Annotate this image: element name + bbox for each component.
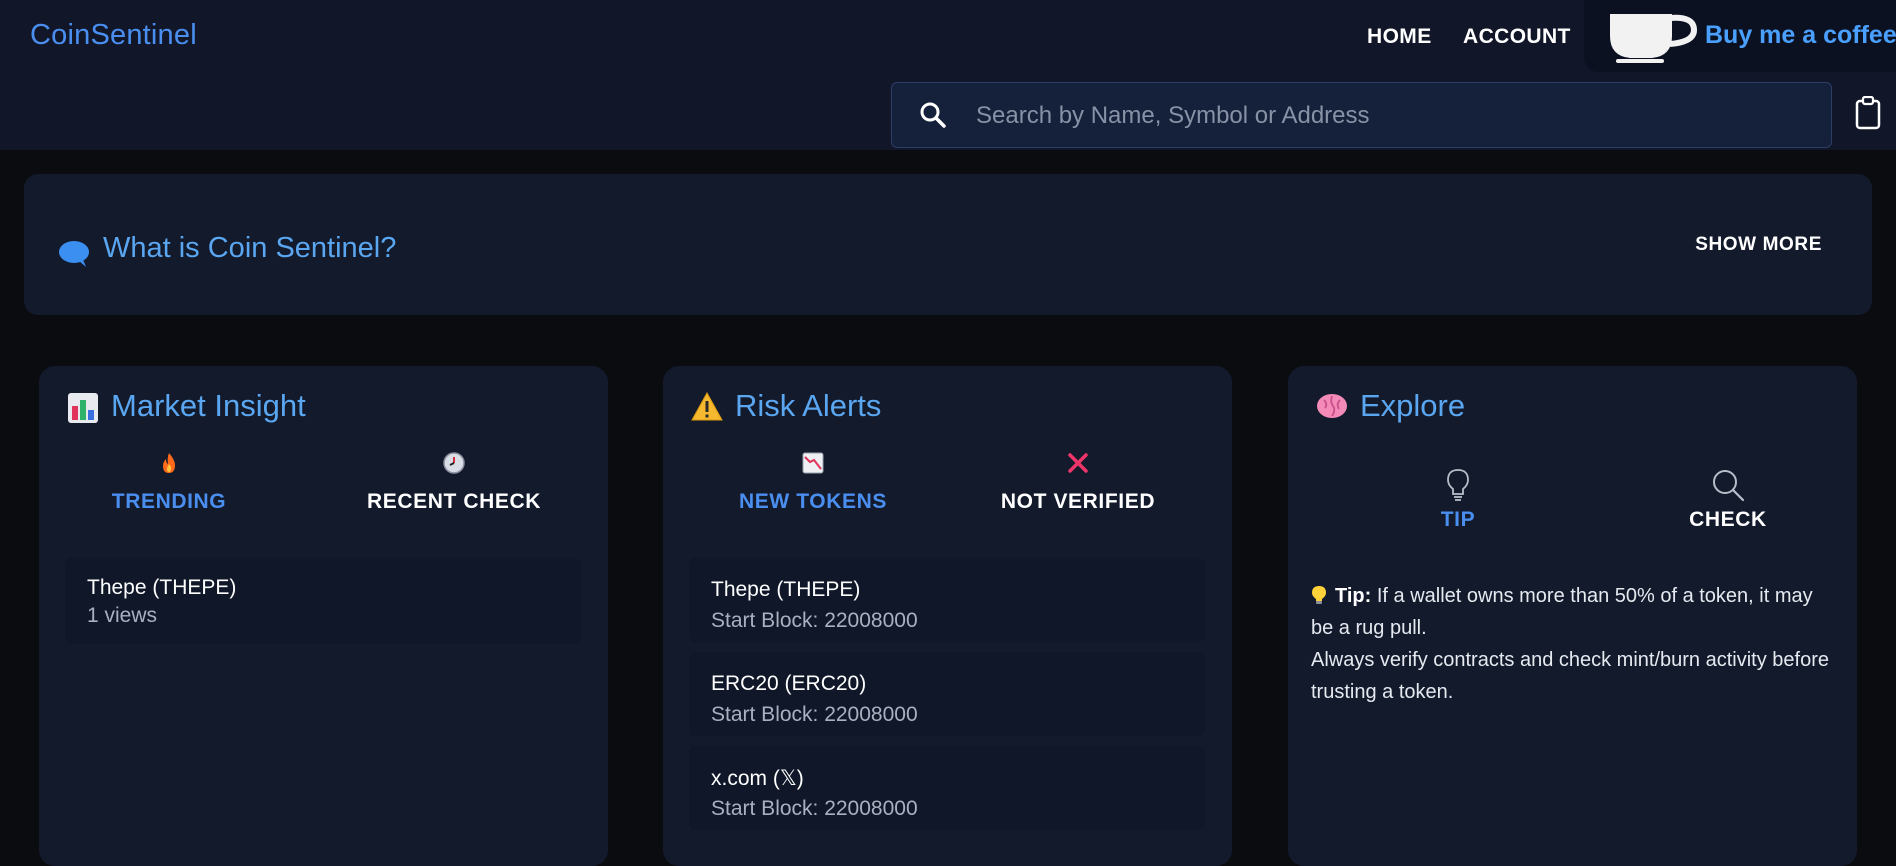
token-name: ERC20 (ERC20) bbox=[711, 672, 867, 695]
list-item[interactable]: Thepe (THEPE) 1 views bbox=[65, 558, 581, 644]
top-header: CoinSentinel HOME ACCOUNT Buy me a coffe… bbox=[0, 0, 1896, 150]
speech-bubble-icon bbox=[59, 241, 89, 267]
token-start-block: Start Block: 22008000 bbox=[711, 703, 918, 726]
explore-title: Explore bbox=[1360, 388, 1466, 423]
warning-icon bbox=[691, 392, 723, 421]
risk-alerts-card: Risk Alerts NEW TOKENS NOT VERIFIED Thep… bbox=[663, 366, 1232, 866]
bar-chart-icon bbox=[68, 393, 98, 423]
token-start-block: Start Block: 22008000 bbox=[711, 797, 918, 820]
tip-line-1: If a wallet owns more than 50% of a toke… bbox=[1311, 585, 1813, 639]
search-icon bbox=[1713, 470, 1745, 502]
tab-not-verified-label: NOT VERIFIED bbox=[1000, 490, 1156, 513]
list-item[interactable]: x.com (𝕏) Start Block: 22008000 bbox=[689, 746, 1205, 830]
explore-card: Explore TIP CHECK Tip: If a wallet owns … bbox=[1288, 366, 1857, 866]
list-item[interactable]: Thepe (THEPE) Start Block: 22008000 bbox=[689, 558, 1205, 642]
tip-text-block: Tip: If a wallet owns more than 50% of a… bbox=[1311, 580, 1831, 708]
search-bar bbox=[891, 82, 1832, 148]
tab-recent-check-label: RECENT CHECK bbox=[366, 490, 542, 513]
tab-new-tokens[interactable]: NEW TOKENS bbox=[733, 452, 893, 514]
about-title: What is Coin Sentinel? bbox=[103, 232, 397, 264]
brain-icon bbox=[1317, 394, 1347, 418]
tab-tip[interactable]: TIP bbox=[1408, 468, 1508, 532]
clock-icon bbox=[443, 452, 465, 474]
cross-mark-icon bbox=[1068, 453, 1088, 473]
about-panel: What is Coin Sentinel? SHOW MORE bbox=[24, 174, 1872, 315]
token-start-block: Start Block: 22008000 bbox=[711, 609, 918, 632]
search-input[interactable] bbox=[974, 93, 1798, 139]
tab-check[interactable]: CHECK bbox=[1668, 468, 1788, 532]
tab-trending[interactable]: TRENDING bbox=[99, 452, 239, 514]
tip-label: Tip: bbox=[1335, 585, 1372, 607]
tab-not-verified[interactable]: NOT VERIFIED bbox=[993, 452, 1163, 514]
search-icon bbox=[920, 102, 946, 128]
lightbulb-icon bbox=[1312, 586, 1326, 604]
market-insight-card: Market Insight TRENDING RECENT CHECK The… bbox=[39, 366, 608, 866]
chart-decreasing-icon bbox=[802, 452, 824, 474]
risk-alerts-title: Risk Alerts bbox=[735, 388, 882, 423]
nav-home-link[interactable]: HOME bbox=[1367, 25, 1432, 49]
tab-check-label: CHECK bbox=[1689, 508, 1767, 531]
buy-me-a-coffee-button[interactable]: Buy me a coffee bbox=[1584, 0, 1896, 72]
token-views: 1 views bbox=[87, 604, 158, 627]
fire-icon bbox=[163, 453, 175, 473]
nav-account-link[interactable]: ACCOUNT bbox=[1463, 25, 1571, 49]
show-more-button[interactable]: SHOW MORE bbox=[1695, 234, 1822, 256]
token-name: Thepe (THEPE) bbox=[87, 576, 237, 599]
app-logo[interactable]: CoinSentinel bbox=[30, 19, 197, 52]
coffee-cup-icon bbox=[1610, 14, 1698, 63]
tab-new-tokens-label: NEW TOKENS bbox=[739, 490, 887, 513]
tab-recent-check[interactable]: RECENT CHECK bbox=[359, 452, 549, 514]
market-insight-title: Market Insight bbox=[111, 388, 306, 423]
coffee-label: Buy me a coffee bbox=[1705, 21, 1896, 49]
lightbulb-icon bbox=[1447, 469, 1469, 501]
clipboard-icon[interactable] bbox=[1855, 96, 1881, 130]
token-name: x.com (𝕏) bbox=[711, 767, 804, 790]
token-name: Thepe (THEPE) bbox=[711, 578, 861, 601]
tab-trending-label: TRENDING bbox=[111, 490, 227, 513]
list-item[interactable]: ERC20 (ERC20) Start Block: 22008000 bbox=[689, 652, 1205, 736]
tab-tip-label: TIP bbox=[1440, 508, 1476, 531]
tip-line-2: Always verify contracts and check mint/b… bbox=[1311, 649, 1829, 703]
